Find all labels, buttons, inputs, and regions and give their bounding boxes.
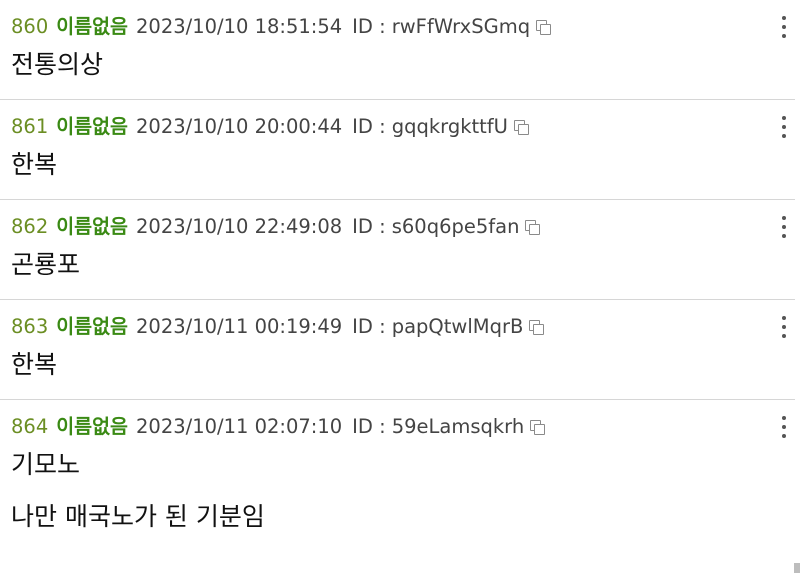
poster-name: 이름없음 xyxy=(56,215,128,238)
more-vertical-icon[interactable] xyxy=(779,416,789,438)
post-id-label: ID : xyxy=(352,315,386,338)
post-id-label: ID : xyxy=(352,415,386,438)
more-vertical-icon[interactable] xyxy=(779,116,789,138)
post-datetime: 2023/10/10 22:49:08 xyxy=(136,215,343,238)
copy-icon[interactable] xyxy=(513,120,529,135)
post-header: 861 이름없음 2023/10/10 20:00:44 ID : gqqkrg… xyxy=(11,113,795,141)
post-text-line: 한복 xyxy=(11,350,58,379)
poster-name: 이름없음 xyxy=(56,115,128,138)
scrollbar-thumb[interactable] xyxy=(794,563,800,573)
post-header: 860 이름없음 2023/10/10 18:51:54 ID : rwFfWr… xyxy=(11,13,795,41)
poster-name: 이름없음 xyxy=(56,315,128,338)
post-text-line: 곤룡포 xyxy=(11,250,81,279)
more-vertical-icon[interactable] xyxy=(779,16,789,38)
post-id: papQtwlMqrB xyxy=(391,315,524,338)
copy-icon[interactable] xyxy=(529,320,545,335)
poster-name: 이름없음 xyxy=(56,15,128,38)
poster-name: 이름없음 xyxy=(56,415,128,438)
post-datetime: 2023/10/10 20:00:44 xyxy=(136,115,343,138)
post: 860 이름없음 2023/10/10 18:51:54 ID : rwFfWr… xyxy=(0,0,795,100)
post-header: 863 이름없음 2023/10/11 00:19:49 ID : papQtw… xyxy=(11,313,795,341)
post-text-line: 나만 매국노가 된 기분임 xyxy=(11,502,265,531)
post: 862 이름없음 2023/10/10 22:49:08 ID : s60q6p… xyxy=(0,200,795,300)
post-body: 전통의상 xyxy=(11,47,795,83)
copy-icon[interactable] xyxy=(536,20,552,35)
post-body: 한복 xyxy=(11,147,795,183)
post-number[interactable]: 863 xyxy=(11,313,48,341)
post-body: 기모노 나만 매국노가 된 기분임 xyxy=(11,447,795,535)
post-text-line: 전통의상 xyxy=(11,50,104,79)
post-text-line: 기모노 xyxy=(11,450,81,479)
post-id: rwFfWrxSGmq xyxy=(391,15,531,38)
post: 864 이름없음 2023/10/11 02:07:10 ID : 59eLam… xyxy=(0,400,795,551)
post-id: 59eLamsqkrh xyxy=(391,415,525,438)
post-id-label: ID : xyxy=(352,15,386,38)
post-id: gqqkrgkttfU xyxy=(391,115,508,138)
thread-post-list: 860 이름없음 2023/10/10 18:51:54 ID : rwFfWr… xyxy=(0,0,795,551)
post-number[interactable]: 861 xyxy=(11,113,48,141)
copy-icon[interactable] xyxy=(530,420,546,435)
post-id-label: ID : xyxy=(352,115,386,138)
post-text-line: 한복 xyxy=(11,150,58,179)
post: 863 이름없음 2023/10/11 00:19:49 ID : papQtw… xyxy=(0,300,795,400)
post-id-label: ID : xyxy=(352,215,386,238)
copy-icon[interactable] xyxy=(525,220,541,235)
post-header: 862 이름없음 2023/10/10 22:49:08 ID : s60q6p… xyxy=(11,213,795,241)
post-id: s60q6pe5fan xyxy=(391,215,520,238)
post-datetime: 2023/10/11 02:07:10 xyxy=(136,415,343,438)
post-number[interactable]: 860 xyxy=(11,13,48,41)
post-number[interactable]: 864 xyxy=(11,413,48,441)
post-body: 한복 xyxy=(11,347,795,383)
post: 861 이름없음 2023/10/10 20:00:44 ID : gqqkrg… xyxy=(0,100,795,200)
post-number[interactable]: 862 xyxy=(11,213,48,241)
post-header: 864 이름없음 2023/10/11 02:07:10 ID : 59eLam… xyxy=(11,413,795,441)
more-vertical-icon[interactable] xyxy=(779,216,789,238)
more-vertical-icon[interactable] xyxy=(779,316,789,338)
post-datetime: 2023/10/10 18:51:54 xyxy=(136,15,343,38)
post-datetime: 2023/10/11 00:19:49 xyxy=(136,315,343,338)
post-body: 곤룡포 xyxy=(11,247,795,283)
